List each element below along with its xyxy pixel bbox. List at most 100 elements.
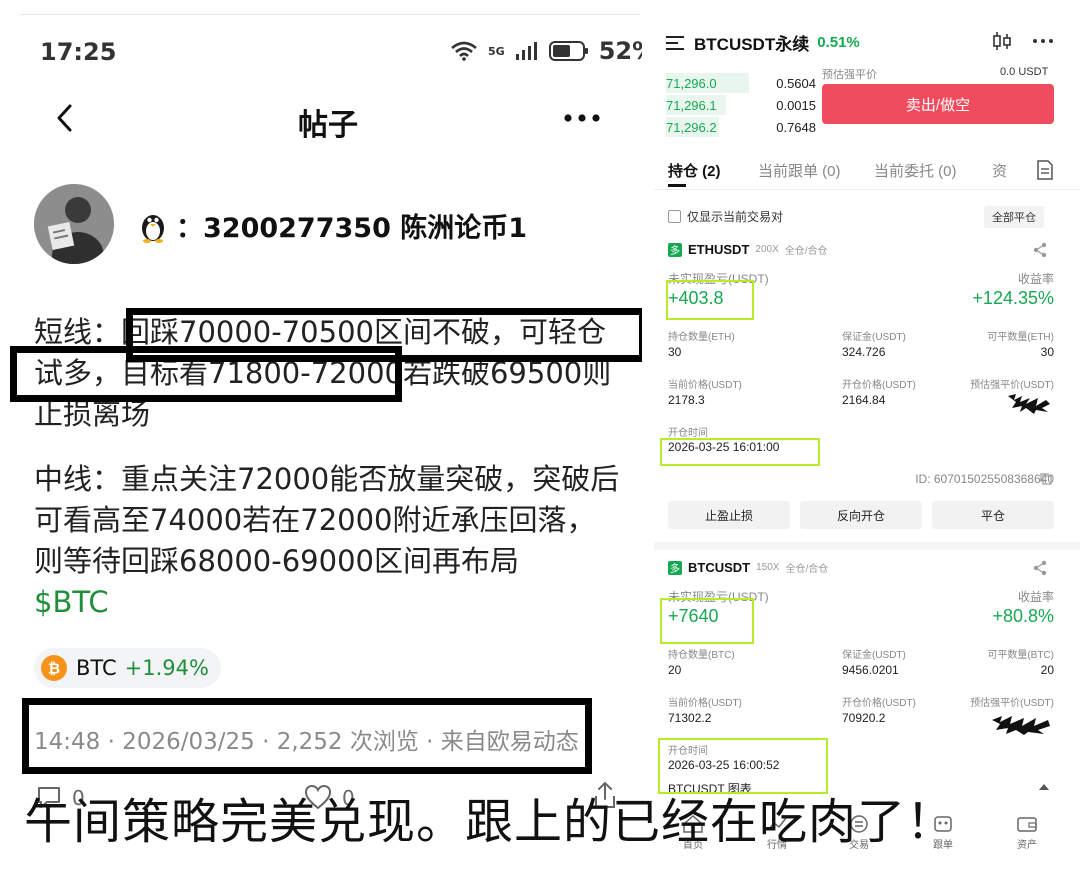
mark-label: 当前价格(USDT) <box>668 698 742 709</box>
margin-value: 324.726 <box>842 345 886 359</box>
post-body: 短线：回踩70000-70500区间不破，可轻仓试多，目标看71800-7200… <box>34 312 624 623</box>
penguin-icon <box>142 214 164 243</box>
nav-assets-label: 资产 <box>1017 840 1037 851</box>
author-line[interactable]: ：3200277350 陈洲论币1 <box>138 206 527 245</box>
open-time-value: 2026-03-25 16:01:00 <box>668 440 780 454</box>
status-time: 17:25 <box>40 38 117 66</box>
margin-label: 保证金(USDT) <box>842 650 906 661</box>
battery-icon <box>548 41 588 61</box>
document-icon[interactable] <box>1036 160 1054 180</box>
ticker-link[interactable]: $BTC <box>34 582 624 623</box>
orderbook-price: 71,296.1 <box>666 97 717 113</box>
more-icon[interactable] <box>560 100 604 136</box>
post-paragraph-short-term: 短线：回踩70000-70500区间不破，可轻仓试多，目标看71800-7200… <box>34 315 612 431</box>
redacted-value-icon <box>992 716 1050 735</box>
mark-label: 当前价格(USDT) <box>668 380 742 391</box>
roe-value: +80.8% <box>992 606 1054 626</box>
liq-label: 预估强平价(USDT) <box>970 380 1054 391</box>
tab-open-orders[interactable]: 当前委托 (0) <box>874 160 957 181</box>
position-tabs: 持仓 (2) 当前跟单 (0) 当前委托 (0) 资 <box>654 154 1080 190</box>
position-header: 多 BTCUSDT 150X 全仓/合仓 <box>668 560 828 575</box>
closable-value: 20 <box>1040 663 1054 677</box>
long-tag-icon: 多 <box>668 560 682 575</box>
post-paragraph-mid-term: 中线：重点关注72000能否放量突破，突破后可看高至74000若在72000附近… <box>34 459 624 623</box>
svg-text:₿: ₿ <box>48 660 60 678</box>
position-header: 多 ETHUSDT 200X 全仓/合仓 <box>668 242 828 257</box>
closable-value: 30 <box>1040 345 1054 359</box>
est-liq-value: 0.0 USDT <box>1000 66 1049 78</box>
close-all-button[interactable]: 全部平仓 <box>984 206 1044 228</box>
position-id: ID: 607015025508368640 <box>915 472 1054 486</box>
share-icon[interactable] <box>1032 242 1048 258</box>
size-value: 30 <box>668 345 682 359</box>
position-card-eth: 多 ETHUSDT 200X 全仓/合仓 未实现盈亏(USDT) 收益率 +40… <box>654 242 1080 542</box>
close-position-button[interactable]: 平仓 <box>932 501 1054 529</box>
chevron-up-icon[interactable] <box>1038 782 1050 792</box>
battery-percent: 52% <box>598 37 642 65</box>
divider <box>20 14 640 15</box>
entry-label: 开仓价格(USDT) <box>842 698 916 709</box>
candlestick-icon[interactable] <box>992 32 1012 50</box>
position-mode: 全仓/合仓 <box>784 246 828 257</box>
margin-label: 保证金(USDT) <box>842 332 906 343</box>
redacted-value-icon <box>1008 394 1050 414</box>
liq-label: 预估强平价(USDT) <box>970 698 1054 709</box>
position-leverage: 150X <box>756 562 780 573</box>
closable-label: 可平数量(ETH) <box>987 332 1054 343</box>
unrealized-pnl: +7640 <box>668 606 719 626</box>
size-label: 持仓数量(ETH) <box>668 332 735 343</box>
status-icons: 5G 52% <box>450 36 642 66</box>
current-pair-filter[interactable]: 仅显示当前交易对 <box>668 208 783 225</box>
tab-assets[interactable]: 资 <box>992 160 1007 181</box>
tp-sl-button[interactable]: 止盈止损 <box>668 501 790 529</box>
size-label: 持仓数量(BTC) <box>668 650 735 661</box>
tab-indicator <box>668 184 686 187</box>
mark-value: 2178.3 <box>668 393 705 407</box>
position-symbol: ETHUSDT <box>688 242 750 257</box>
pnl-label: 未实现盈亏(USDT) <box>668 590 769 604</box>
roe-label: 收益率 <box>1017 590 1054 604</box>
mark-value: 71302.2 <box>668 711 712 725</box>
post-meta: 14:48 · 2026/03/25 · 2,252 次浏览 · 来自欧易动态 <box>34 729 579 755</box>
reverse-button[interactable]: 反向开仓 <box>800 501 922 529</box>
nav-assets[interactable]: 资产 <box>1002 814 1052 851</box>
avatar[interactable] <box>34 184 114 264</box>
orderbook-qty: 0.5604 <box>776 75 816 91</box>
post-screen: 17:25 5G 52% 帖子 <box>0 0 642 874</box>
share-icon[interactable] <box>1032 560 1048 576</box>
open-time-value: 2026-03-25 16:00:52 <box>668 758 780 772</box>
position-mode: 全仓/合仓 <box>785 564 829 575</box>
orderbook-row[interactable]: 71,296.0 0.5604 <box>666 72 816 94</box>
copy-icon[interactable] <box>1040 473 1052 485</box>
checkbox[interactable] <box>668 210 681 223</box>
filter-label: 仅显示当前交易对 <box>687 210 784 224</box>
tab-positions[interactable]: 持仓 (2) <box>668 160 721 181</box>
coin-change: +1.94% <box>124 656 209 680</box>
sell-short-button[interactable]: 卖出/做空 <box>822 84 1054 124</box>
open-time-label: 开仓时间 <box>668 428 708 439</box>
pair-change: 0.51% <box>817 34 860 51</box>
avatar-image <box>34 184 114 264</box>
margin-value: 9456.0201 <box>842 663 899 677</box>
signal-icon <box>515 42 537 60</box>
open-time-label: 开仓时间 <box>668 746 708 757</box>
pair-header[interactable]: BTCUSDT永续 0.51% <box>666 30 860 55</box>
orderbook: 71,296.0 0.5604 71,296.1 0.0015 71,296.2 0.76… <box>666 72 816 138</box>
entry-value: 70920.2 <box>842 711 886 725</box>
pair-name: BTCUSDT永续 <box>694 35 810 54</box>
coin-chip[interactable]: ₿ BTC +1.94% <box>34 648 221 688</box>
more-icon[interactable] <box>1032 32 1054 50</box>
orderbook-row[interactable]: 71,296.2 0.7648 <box>666 116 816 138</box>
menu-icon <box>666 35 684 50</box>
orderbook-row[interactable]: 71,296.1 0.0015 <box>666 94 816 116</box>
author-name: ：3200277350 陈洲论币1 <box>176 213 528 244</box>
orderbook-price: 71,296.0 <box>666 75 717 91</box>
roe-value: +124.35% <box>972 288 1054 308</box>
position-card-btc: 多 BTCUSDT 150X 全仓/合仓 未实现盈亏(USDT) 收益率 +76… <box>654 560 1080 800</box>
orderbook-qty: 0.7648 <box>776 119 816 135</box>
orderbook-price: 71,296.2 <box>666 119 717 135</box>
divider <box>654 542 1080 550</box>
tab-copy-orders[interactable]: 当前跟单 (0) <box>758 160 841 181</box>
post-paragraph-mid-term-text: 中线：重点关注72000能否放量突破，突破后可看高至74000若在72000附近… <box>34 462 620 578</box>
pnl-label: 未实现盈亏(USDT) <box>668 272 769 286</box>
